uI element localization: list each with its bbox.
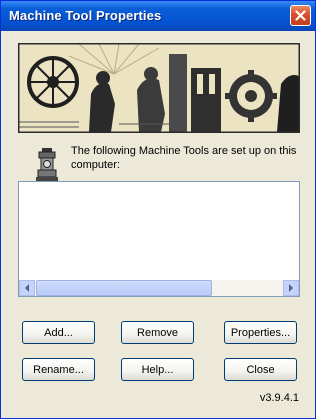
machinery-illustration [19, 44, 299, 132]
scroll-right-button[interactable] [283, 280, 299, 296]
version-label: v3.9.4.1 [259, 392, 299, 404]
properties-button[interactable]: Properties... [224, 321, 297, 344]
window-title: Machine Tool Properties [9, 8, 162, 23]
close-icon [295, 10, 306, 21]
arrow-left-icon [25, 284, 29, 292]
machine-tool-properties-dialog: Machine Tool Properties The following Ma… [0, 0, 316, 419]
banner-image [18, 43, 300, 133]
machine-tool-icon [36, 148, 58, 181]
close-button[interactable]: Close [224, 358, 297, 381]
scroll-left-button[interactable] [19, 280, 35, 296]
title-bar[interactable]: Machine Tool Properties [1, 1, 315, 31]
close-window-button[interactable] [290, 5, 311, 26]
scroll-thumb[interactable] [36, 280, 212, 296]
horizontal-scrollbar[interactable] [19, 280, 299, 296]
add-button[interactable]: Add... [22, 321, 95, 344]
arrow-right-icon [289, 284, 293, 292]
rename-button[interactable]: Rename... [22, 358, 95, 381]
help-button[interactable]: Help... [121, 358, 194, 381]
info-message: The following Machine Tools are set up o… [71, 145, 297, 171]
machine-tool-list[interactable] [18, 181, 300, 297]
remove-button[interactable]: Remove [121, 321, 194, 344]
